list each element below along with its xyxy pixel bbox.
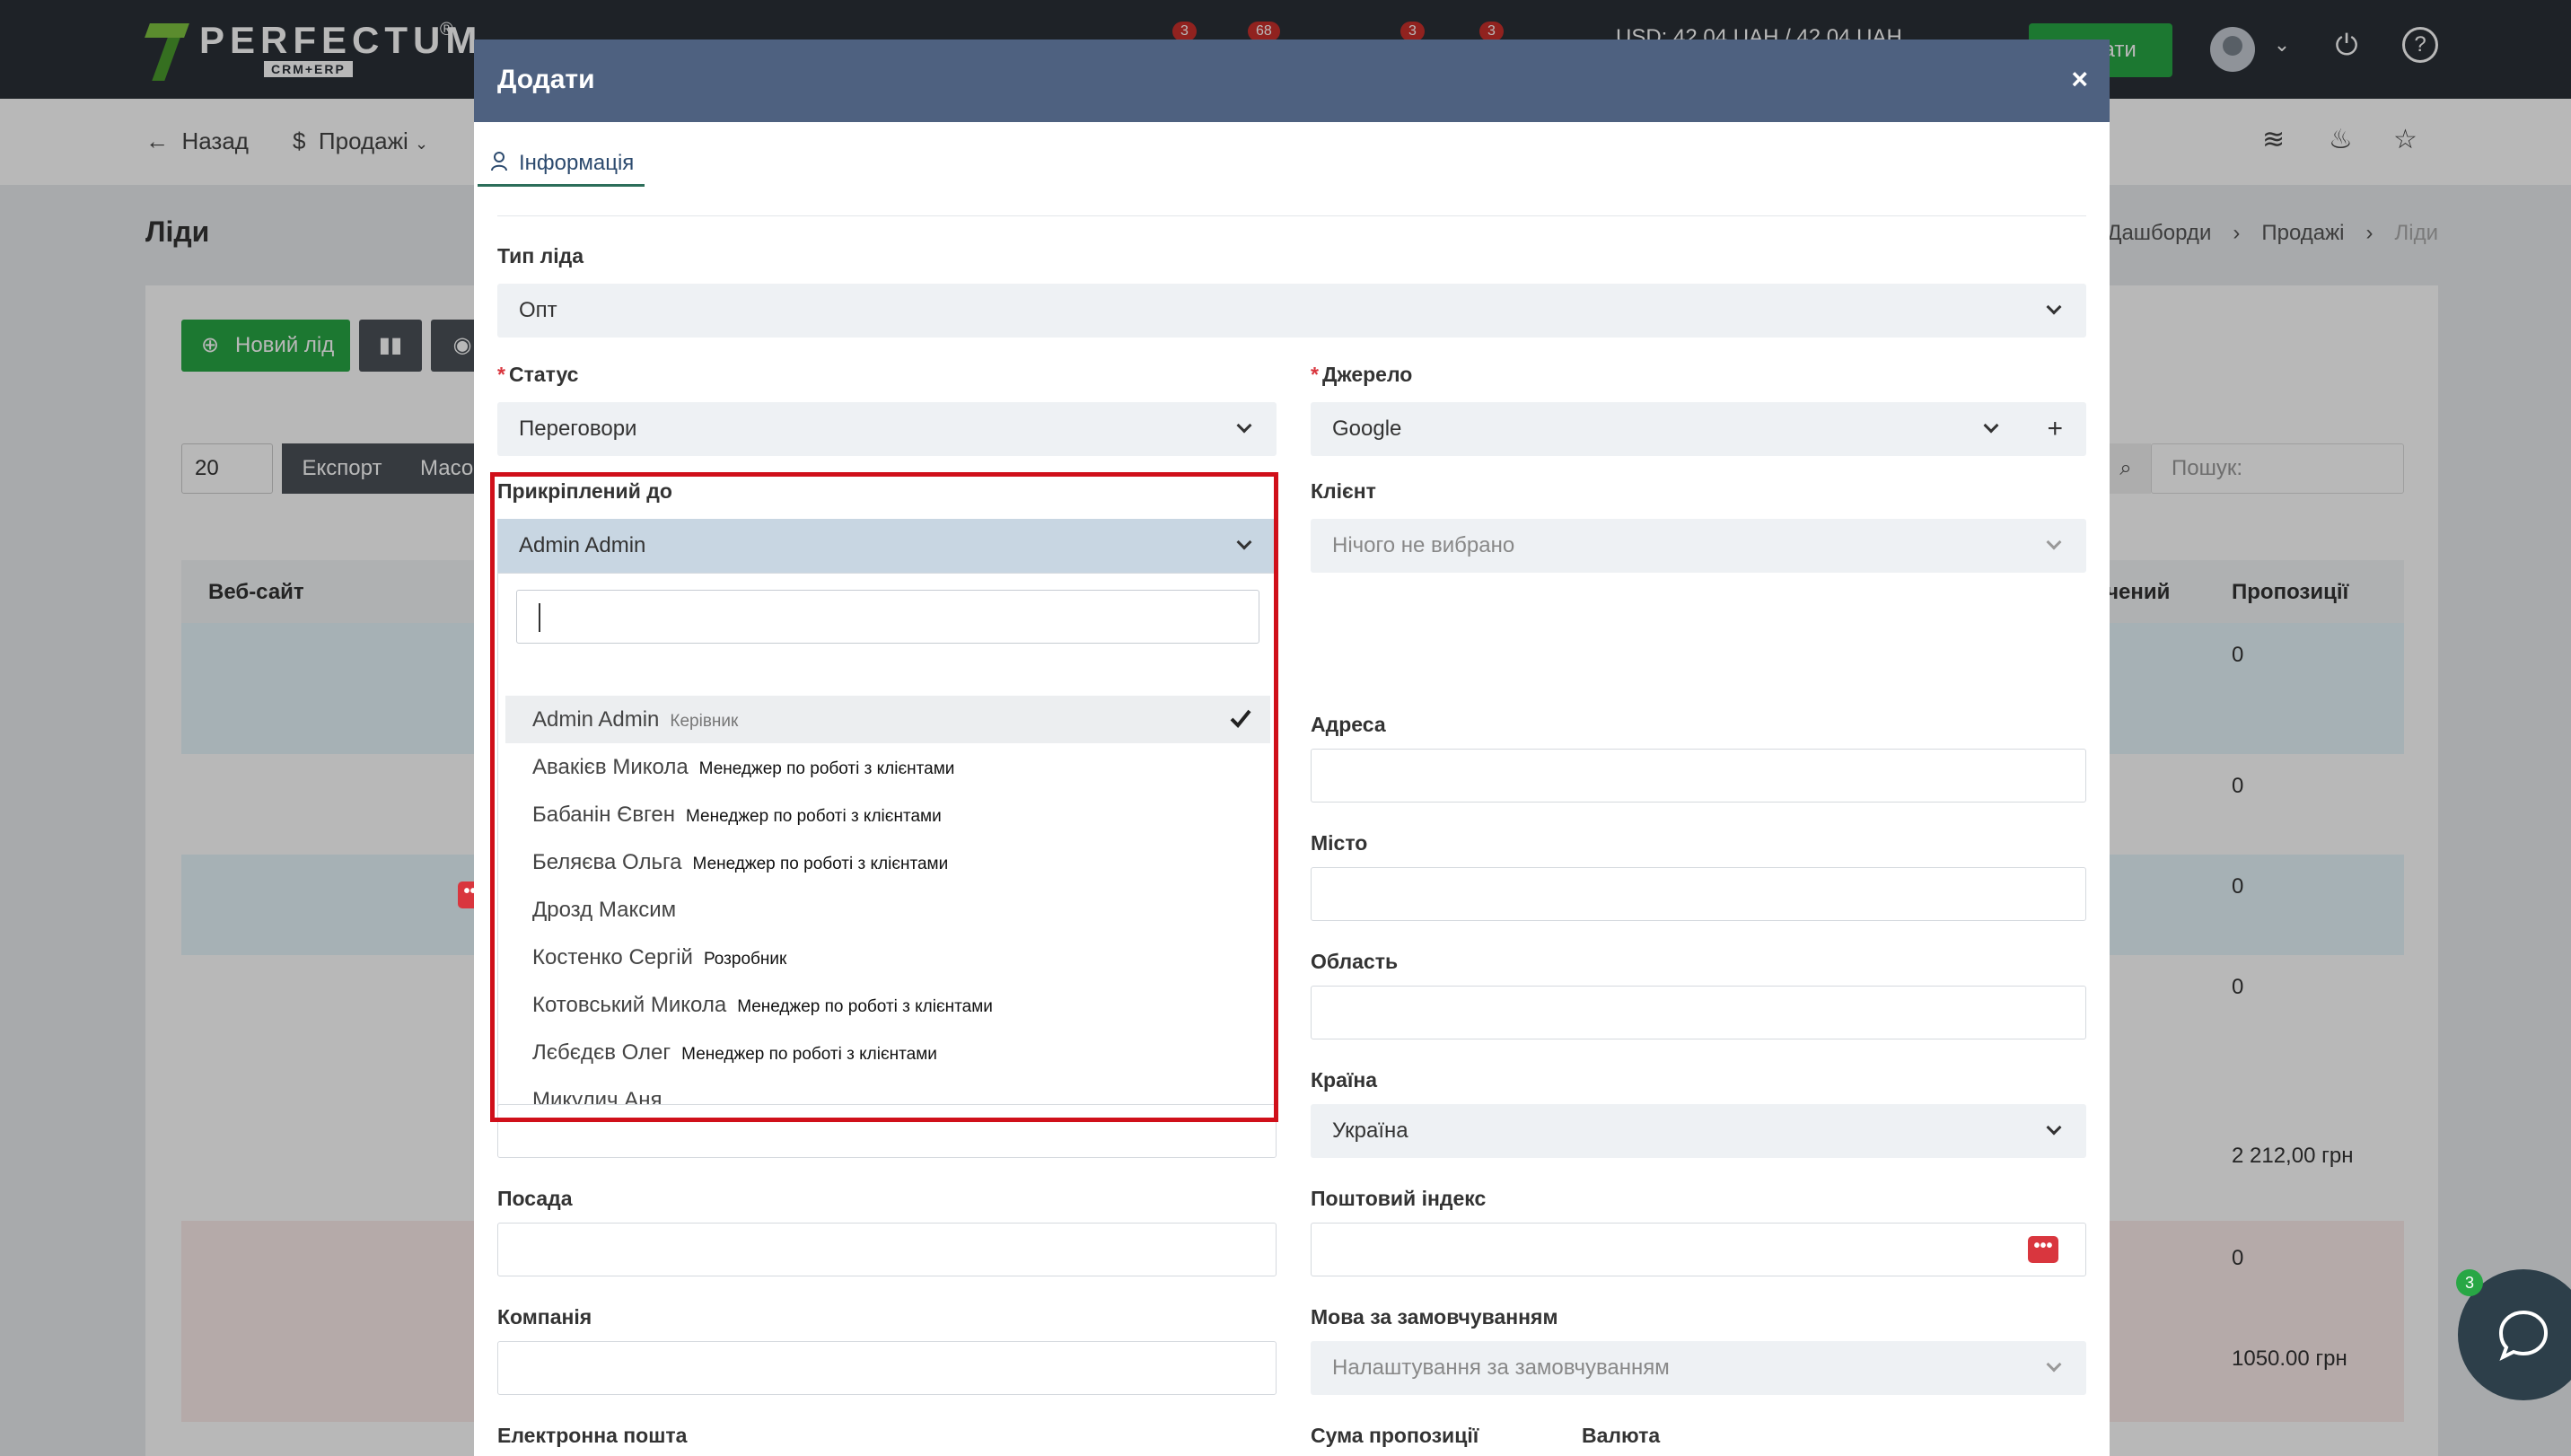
status-select[interactable]: Переговори (497, 402, 1277, 456)
currency-label: Валюта (1582, 1424, 1661, 1447)
status-value: Переговори (519, 417, 637, 441)
position-field[interactable] (497, 1223, 1277, 1276)
country-select[interactable]: Україна (1311, 1104, 2086, 1158)
client-placeholder: Нічого не вибрано (1332, 533, 1515, 557)
user-icon (491, 152, 507, 171)
postal-code-field[interactable]: ••• (1311, 1223, 2086, 1276)
highlight-annotation (490, 472, 1278, 1122)
chat-icon (2498, 1310, 2549, 1362)
required-marker: * (497, 363, 505, 386)
language-select[interactable]: Налаштування за замовчуванням (1311, 1341, 2086, 1395)
required-marker: * (1311, 363, 1319, 386)
modal-title: Додати (497, 65, 595, 94)
position-label: Посада (497, 1187, 573, 1210)
email-label: Електронна пошта (497, 1424, 688, 1447)
region-field[interactable] (1311, 986, 2086, 1039)
lead-type-value: Опт (519, 298, 557, 322)
more-options-icon[interactable]: ••• (2028, 1236, 2058, 1263)
chat-badge: 3 (2456, 1269, 2483, 1296)
address-field[interactable] (1311, 749, 2086, 803)
company-label: Компанія (497, 1305, 592, 1329)
city-field[interactable] (1311, 867, 2086, 921)
lead-type-select[interactable]: Опт (497, 284, 2086, 338)
chevron-down-icon (2046, 299, 2062, 315)
chevron-down-icon (2046, 1119, 2062, 1136)
company-field[interactable] (497, 1341, 1277, 1395)
city-label: Місто (1311, 831, 1368, 855)
source-label: * Джерело (1311, 363, 1412, 387)
status-label-text: Статус (508, 363, 579, 386)
chevron-down-icon (2046, 1356, 2062, 1373)
chevron-down-icon (2046, 534, 2062, 550)
client-label: Клієнт (1311, 479, 1376, 503)
lead-type-label: Тип ліда (497, 244, 584, 268)
chevron-down-icon (1983, 417, 1999, 434)
modal-header: Додати × (474, 39, 2110, 122)
country-label: Країна (1311, 1068, 1378, 1092)
source-label-text: Джерело (1321, 363, 1413, 386)
chevron-down-icon (1236, 417, 1252, 434)
source-select[interactable]: Google + (1311, 402, 2086, 456)
client-select[interactable]: Нічого не вибрано (1311, 519, 2086, 573)
region-label: Область (1311, 950, 1399, 973)
source-value: Google (1332, 417, 1402, 441)
postal-code-label: Поштовий індекс (1311, 1187, 1487, 1210)
tab-information-label: Інформація (519, 151, 635, 175)
tab-divider (497, 215, 2086, 216)
close-icon[interactable]: × (2071, 63, 2088, 96)
proposal-sum-label: Сума пропозиції (1311, 1424, 1479, 1447)
language-value: Налаштування за замовчуванням (1332, 1355, 1670, 1380)
status-label: * Статус (497, 363, 578, 387)
language-label: Мова за замовчуванням (1311, 1305, 1558, 1329)
tab-information[interactable]: Інформація (478, 144, 645, 187)
add-source-button[interactable]: + (2047, 402, 2063, 456)
address-label: Адреса (1311, 713, 1386, 736)
country-value: Україна (1332, 1118, 1408, 1143)
